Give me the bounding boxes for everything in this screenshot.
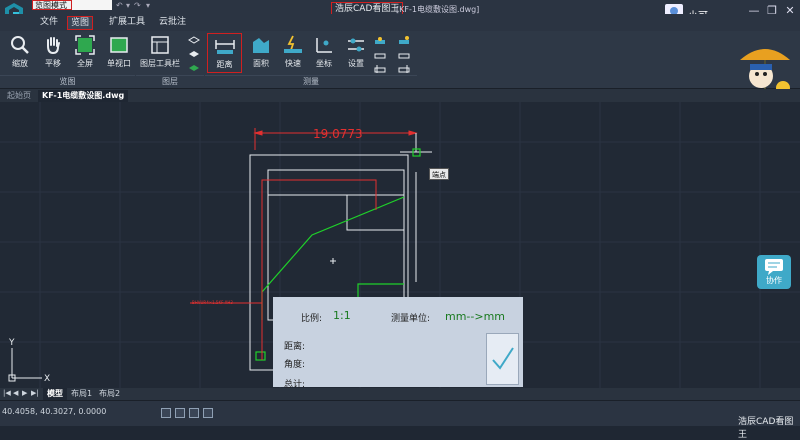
svg-text:X: X	[44, 374, 50, 384]
menu-bar: 文件 览图 扩展工具 云批注	[0, 14, 800, 31]
snap-endpoint-tooltip: 端点	[429, 168, 449, 180]
settings-button[interactable]: 设置	[339, 33, 373, 73]
measure-group-label: 测量	[205, 75, 417, 88]
view-mode-field[interactable]: 览图模式	[32, 0, 72, 10]
unit-value[interactable]: mm-->mm	[445, 310, 505, 323]
scale-label: 比例:	[301, 314, 323, 324]
undo-dropdown-icon[interactable]: ▾	[126, 1, 130, 10]
snap-toggle-icon[interactable]	[175, 408, 185, 418]
tab-model[interactable]: 模型	[43, 388, 67, 400]
single-viewport-button[interactable]: 单视口	[102, 33, 136, 73]
zoom-icon	[11, 36, 29, 54]
collaborate-button[interactable]: 协作	[757, 255, 791, 289]
status-brand: 浩辰CAD看图王	[738, 417, 794, 440]
measure-result-panel: 比例: 1:1 测量单位: mm-->mm 距离: 角度: 总计:	[273, 297, 523, 388]
ruler-distance-icon	[214, 40, 235, 54]
coordinate-icon	[316, 38, 332, 53]
layer-group-label: 图层	[136, 75, 204, 88]
layer-state-icon[interactable]	[188, 36, 200, 46]
collaborate-label: 协作	[766, 276, 782, 285]
tab-start-label: 起始页	[7, 91, 31, 100]
last-layout-icon[interactable]: ▶|	[31, 389, 39, 397]
zoom-label: 缩放	[12, 59, 28, 68]
quick-measure-button[interactable]: 快速	[276, 33, 310, 73]
measure-angle-icon[interactable]	[374, 50, 386, 60]
unit-label: 测量单位:	[391, 314, 431, 324]
area-icon	[253, 38, 269, 53]
first-layout-icon[interactable]: |◀	[3, 389, 11, 397]
distance-label: 距离	[216, 60, 233, 69]
fullscreen-icon	[75, 35, 95, 55]
quick-measure-icon	[284, 35, 302, 53]
layer-toolbar-label: 图层工具栏	[140, 59, 180, 68]
document-tab-bar: 起始页 KF-1电缆敷设图.dwg	[0, 89, 800, 102]
fullscreen-button[interactable]: 全屏	[68, 33, 102, 73]
area-label: 面积	[253, 59, 269, 68]
menu-cloud-annotation[interactable]: 云批注	[156, 16, 189, 30]
view-mode-dropdown[interactable]	[72, 0, 112, 10]
prev-layout-icon[interactable]: ◀	[13, 389, 18, 397]
dimension-value: 19.0773	[313, 127, 363, 141]
distance-button[interactable]: 距离	[207, 33, 242, 73]
hand-icon	[47, 37, 60, 55]
drawing-canvas[interactable]: Y X 19.0773 端点 BHVUR4×1.5KF-XH3 比例: 1:1 …	[0, 102, 800, 388]
settings-icon	[348, 38, 364, 52]
measure-radius-icon[interactable]	[374, 64, 386, 74]
layer-toolbar-button[interactable]: 图层工具栏	[139, 33, 181, 73]
chat-bubble-icon	[765, 259, 783, 275]
viewport-icon	[110, 37, 128, 53]
menu-extensions[interactable]: 扩展工具	[106, 16, 148, 30]
layer-match-icon[interactable]	[188, 50, 200, 60]
cursor-coordinates: 40.4058, 40.3027, 0.0000	[2, 407, 107, 416]
coordinate-button[interactable]: 坐标	[307, 33, 341, 73]
pan-label: 平移	[45, 59, 61, 68]
checkmark-icon	[492, 347, 514, 370]
distance-result-label: 距离:	[284, 342, 306, 352]
quick-measure-label: 快速	[285, 59, 301, 68]
menu-file[interactable]: 文件	[37, 16, 61, 30]
cable-note-text: BHVUR4×1.5KF-XH3	[192, 300, 233, 305]
tab-layout2[interactable]: 布局2	[95, 388, 124, 400]
svg-text:Y: Y	[8, 338, 15, 348]
tab-layout1[interactable]: 布局1	[67, 388, 96, 400]
redo-icon[interactable]: ↷	[134, 1, 141, 10]
layer-toolbar-icon	[151, 36, 169, 54]
measure-perimeter-icon[interactable]	[398, 36, 410, 46]
angle-result-label: 角度:	[284, 360, 306, 370]
measure-polyline-icon[interactable]	[398, 50, 410, 60]
settings-label: 设置	[348, 59, 364, 68]
measure-count-icon[interactable]	[398, 64, 410, 74]
fullscreen-label: 全屏	[77, 59, 93, 68]
menu-view[interactable]: 览图	[67, 16, 94, 30]
area-button[interactable]: 面积	[244, 33, 278, 73]
confirm-button[interactable]	[486, 333, 519, 385]
osnap-toggle-icon[interactable]	[203, 408, 213, 418]
layout-tab-bar: |◀ ◀ ▶ ▶| 模型 布局1 布局2	[0, 388, 800, 400]
pan-button[interactable]: 平移	[36, 33, 70, 73]
scale-value[interactable]: 1:1	[333, 309, 351, 322]
title-bar: 览图模式 ↶ ▾ ↷ ▾ 浩辰CAD看图王 [KF-1电缆敷设图.dwg] 小可…	[0, 0, 800, 25]
coordinate-label: 坐标	[316, 59, 332, 68]
tab-document[interactable]: KF-1电缆敷设图.dwg	[38, 90, 129, 102]
tab-start-page[interactable]: 起始页	[3, 90, 35, 102]
view-group-label: 览图	[0, 75, 135, 88]
customize-icon[interactable]: ▾	[146, 1, 150, 10]
status-bar: 40.4058, 40.3027, 0.0000	[0, 400, 800, 426]
undo-icon[interactable]: ↶	[116, 1, 123, 10]
single-viewport-label: 单视口	[107, 59, 131, 68]
ortho-toggle-icon[interactable]	[189, 408, 199, 418]
layer-isolate-icon[interactable]	[188, 64, 200, 74]
grid-toggle-icon[interactable]	[161, 408, 171, 418]
next-layout-icon[interactable]: ▶	[22, 389, 27, 397]
total-result-label: 总计:	[284, 380, 306, 388]
measure-arc-icon[interactable]	[374, 36, 386, 46]
ribbon: 缩放 平移 全屏 单视口 图层工具栏 距离 面积 快速 坐标 设置 览图 图层 …	[0, 31, 800, 96]
zoom-button[interactable]: 缩放	[3, 33, 37, 73]
tab-document-label: KF-1电缆敷设图.dwg	[42, 91, 125, 100]
